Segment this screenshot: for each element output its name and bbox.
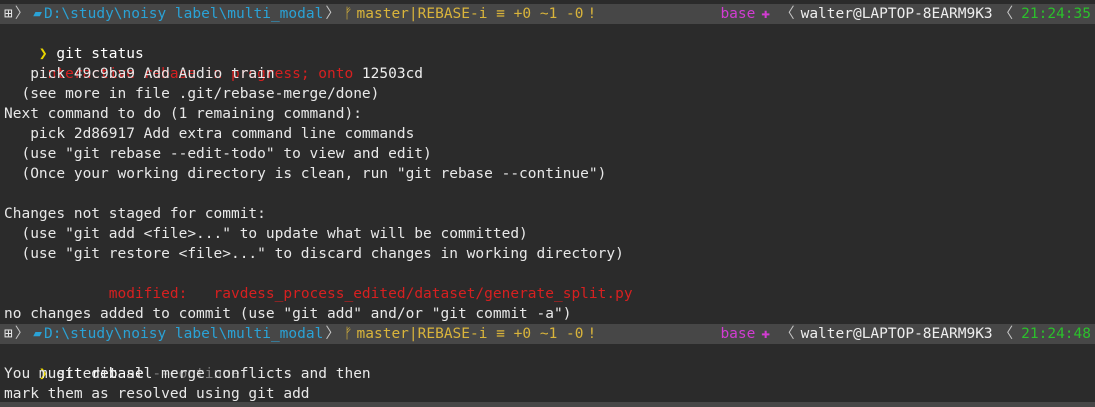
folder-icon: ▰: [33, 6, 42, 22]
output-line: (use "git add <file>..." to update what …: [4, 226, 528, 242]
terminal-window[interactable]: ⊞ 〉 ▰ D:\study\noisy label\multi_modal 〉…: [0, 0, 1095, 407]
conda-env-name: base: [720, 326, 756, 342]
segment-separator-icon: 〈: [998, 326, 1014, 342]
output-line: (use "git rebase --edit-todo" to view an…: [4, 146, 432, 162]
segment-separator-icon: 〈: [998, 6, 1014, 22]
output-line: pick 49c9ba9 Add Audio train: [4, 66, 275, 82]
segment-separator-icon: 〈: [780, 326, 795, 342]
segment-separator-icon: 〉: [325, 6, 340, 22]
modified-file: ravdess_process_edited/dataset/generate_…: [213, 286, 633, 302]
folder-icon: ▰: [33, 326, 42, 342]
git-warning: !: [587, 326, 597, 342]
python-icon: ✚: [761, 326, 771, 342]
onto-hash: 12503cd: [353, 66, 424, 82]
git-branch-icon: ᚠ: [343, 6, 353, 22]
conda-env-label: base ✚: [720, 4, 778, 24]
current-path: D:\study\noisy label\multi_modal: [43, 6, 324, 22]
output-line: (see more in file .git/rebase-merge/done…: [4, 86, 380, 102]
git-status: master|REBASE-i ≡ +0 ~1 -0: [356, 326, 584, 342]
output-line: mark them as resolved using git add: [4, 386, 310, 402]
output-line: Changes not staged for commit:: [4, 206, 266, 222]
output-line: You must edit all merge conflicts and th…: [4, 366, 371, 382]
output-line: Next command to do (1 remaining command)…: [4, 106, 362, 122]
prompt-bar: ⊞ 〉 ▰ D:\study\noisy label\multi_modal 〉…: [0, 324, 1095, 344]
command-line: ❯ git rebase --continue: [4, 344, 240, 382]
prompt-time: 21:24:35: [1021, 6, 1091, 22]
prompt-bar: ⊞ 〉 ▰ D:\study\noisy label\multi_modal 〉…: [0, 4, 1095, 24]
user-host: walter@LAPTOP-8EARM9K3: [800, 326, 993, 342]
segment-separator-icon: 〈: [780, 6, 795, 22]
git-branch-icon: ᚠ: [343, 326, 353, 342]
prompt-time: 21:24:48: [1021, 326, 1091, 342]
output-line: interactive rebase in progress; onto 125…: [4, 44, 423, 82]
conda-env-label: base ✚: [720, 324, 778, 344]
git-warning: !: [587, 6, 597, 22]
output-line: (Once your working directory is clean, r…: [4, 166, 607, 182]
current-path: D:\study\noisy label\multi_modal: [43, 326, 324, 342]
segment-separator-icon: 〉: [325, 326, 340, 342]
windows-icon: ⊞: [4, 6, 13, 22]
segment-separator-icon: 〉: [14, 6, 30, 22]
modified-file-line: modified: ravdess_process_edited/dataset…: [4, 264, 633, 302]
modified-label: modified:: [38, 286, 214, 302]
python-icon: ✚: [761, 6, 771, 22]
output-line: no changes added to commit (use "git add…: [4, 306, 572, 322]
output-line: pick 2d86917 Add extra command line comm…: [4, 126, 415, 142]
output-line: (use "git restore <file>..." to discard …: [4, 246, 624, 262]
git-status: master|REBASE-i ≡ +0 ~1 -0: [356, 6, 584, 22]
user-host: walter@LAPTOP-8EARM9K3: [800, 6, 993, 22]
windows-icon: ⊞: [4, 326, 13, 342]
segment-separator-icon: 〉: [14, 326, 30, 342]
command-line: ❯ git status: [4, 24, 144, 62]
conda-env-name: base: [720, 6, 756, 22]
prompt-bar-partial: [0, 402, 1095, 407]
